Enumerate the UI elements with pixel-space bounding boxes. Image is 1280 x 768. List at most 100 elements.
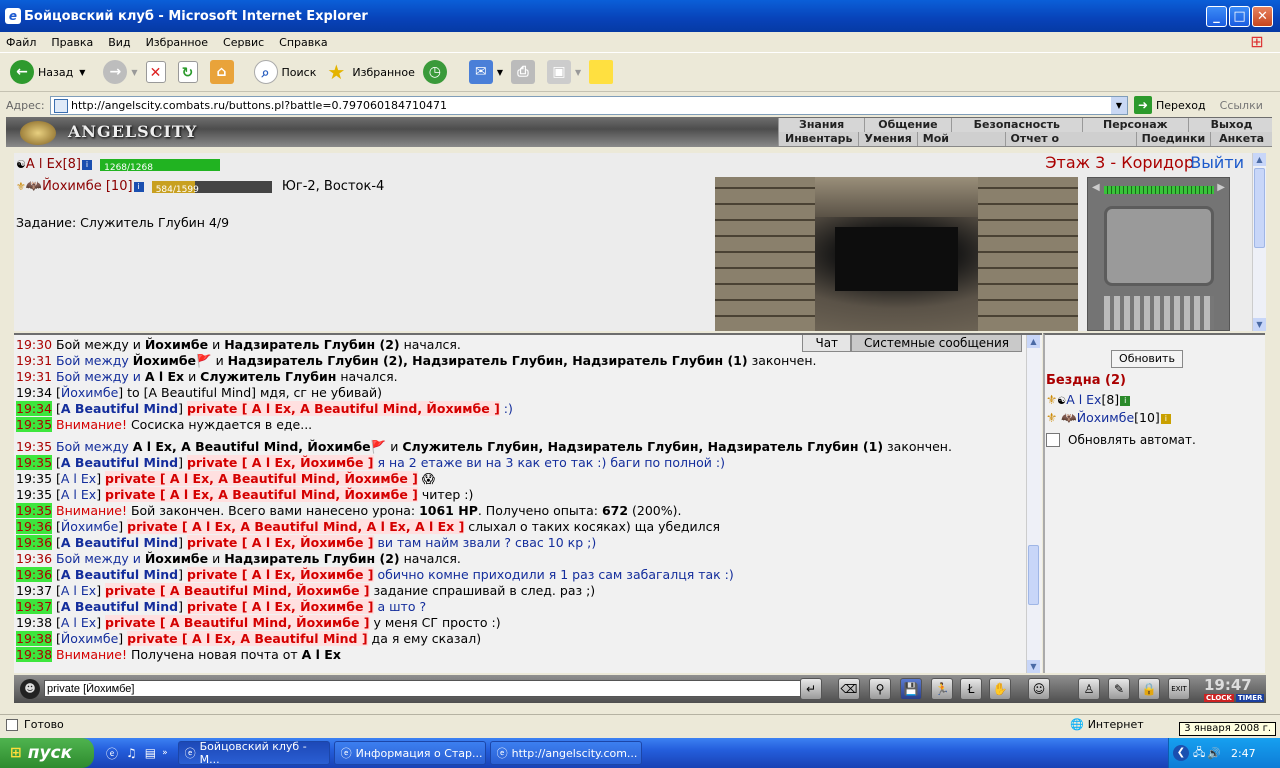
chat-timestamp[interactable]: 19:34	[16, 401, 53, 416]
go-button[interactable]: ➜ Переход	[1134, 96, 1206, 114]
smile-icon[interactable]: ☺	[1028, 678, 1050, 700]
private-recipients[interactable]: private [ A l Ex, Йохимбе ]	[186, 455, 374, 470]
private-recipients[interactable]: private [ A l Ex, A Beautiful Mind, A l …	[127, 519, 465, 534]
chat-timestamp[interactable]: 19:37	[16, 599, 53, 614]
quicklaunch-desktop-icon[interactable]: ▤	[145, 746, 156, 760]
menu-view[interactable]: Вид	[108, 36, 130, 49]
minimize-button[interactable]: _	[1206, 6, 1227, 27]
nav-skills[interactable]: Умения	[858, 132, 917, 146]
quicklaunch-media-icon[interactable]: ♫	[126, 746, 137, 760]
hand-icon[interactable]: ✋	[989, 678, 1011, 700]
private-recipients[interactable]: private [ A l Ex, Йохимбе ]	[186, 599, 374, 614]
room-member-name[interactable]: A l Ex	[1066, 392, 1101, 407]
chat-timestamp[interactable]: 19:38	[16, 647, 53, 662]
chat-timestamp[interactable]: 19:30	[16, 337, 52, 352]
scroll-down-icon[interactable]: ▼	[1253, 318, 1266, 331]
chat-timestamp[interactable]: 19:35	[16, 455, 53, 470]
chat-scrollbar[interactable]: ▲ ▼	[1026, 335, 1040, 673]
chat-timestamp[interactable]: 19:36	[16, 551, 52, 566]
exit-icon[interactable]: EXIT	[1168, 678, 1190, 700]
edit-dropdown-icon[interactable]: ▼	[575, 68, 581, 77]
clear-icon[interactable]: ⌫	[838, 678, 860, 700]
private-recipients[interactable]: private [ A l Ex, A Beautiful Mind, Йохи…	[186, 401, 500, 416]
quicklaunch-more-icon[interactable]: »	[162, 748, 168, 758]
refresh-room-button[interactable]: Обновить	[1111, 350, 1183, 368]
smiley-menu-icon[interactable]: ☻	[20, 679, 40, 699]
scroll-icon[interactable]: ✎	[1108, 678, 1130, 700]
task-angelscity[interactable]: ⓔ http://angelscity.com...	[489, 741, 642, 765]
private-recipients[interactable]: private [ A Beautiful Mind, Йохимбе ]	[105, 583, 370, 598]
member-info-icon[interactable]: i	[1120, 395, 1131, 406]
fight-icon[interactable]: 🏃	[931, 678, 953, 700]
forward-button[interactable]: → ▼	[103, 60, 138, 84]
private-recipients[interactable]: private [ A l Ex, Йохимбе ]	[186, 567, 374, 582]
nav-communication[interactable]: Общение	[864, 118, 951, 132]
print-button[interactable]: ⎙	[511, 60, 539, 84]
notes-button[interactable]	[589, 60, 617, 84]
tray-volume-icon[interactable]: 🔊	[1207, 747, 1221, 760]
lock-icon[interactable]: 🔒	[1138, 678, 1160, 700]
chat-timestamp[interactable]: 19:34	[16, 385, 52, 400]
nav-fights[interactable]: Поединки	[1135, 132, 1211, 146]
stop-button[interactable]: ✕	[145, 61, 170, 83]
menu-file[interactable]: Файл	[6, 36, 36, 49]
companion-name[interactable]: Йохимбе	[42, 179, 102, 194]
chat-nick[interactable]: A Beautiful Mind	[61, 455, 178, 470]
private-recipients[interactable]: private [ A l Ex, Йохимбе ]	[186, 535, 374, 550]
companion-info-icon[interactable]: i	[133, 181, 144, 192]
mail-dropdown-icon[interactable]: ▼	[497, 68, 503, 77]
scroll-thumb[interactable]	[1254, 168, 1265, 248]
chat-timestamp[interactable]: 19:35	[16, 471, 52, 486]
menu-favorites[interactable]: Избранное	[146, 36, 208, 49]
back-button[interactable]: ← Назад ▼	[10, 60, 85, 84]
member-info-icon[interactable]: i	[1160, 413, 1171, 424]
clock-label[interactable]: CLOCK	[1204, 694, 1234, 702]
tray-network-icon[interactable]: 🖧	[1193, 744, 1205, 763]
chat-timestamp[interactable]: 19:37	[16, 583, 52, 598]
room-member-name[interactable]: Йохимбе	[1077, 410, 1134, 425]
chat-timestamp[interactable]: 19:38	[16, 631, 53, 646]
nav-security[interactable]: Безопасность	[950, 118, 1082, 132]
close-button[interactable]: ✕	[1252, 6, 1273, 27]
player-name[interactable]: A l Ex	[26, 157, 63, 172]
chat-input[interactable]	[44, 680, 812, 697]
home-button[interactable]: ⌂	[209, 60, 238, 84]
edit-button[interactable]: ▣ ▼	[547, 60, 581, 84]
translit-icon[interactable]: Ł	[960, 678, 982, 700]
nav-inventory[interactable]: Инвентарь	[778, 132, 859, 146]
nav-exit[interactable]: Выход	[1187, 118, 1272, 132]
menu-help[interactable]: Справка	[279, 36, 327, 49]
compass-icon[interactable]	[1104, 206, 1214, 286]
tray-clock[interactable]: 2:47	[1231, 747, 1256, 760]
turn-left-icon[interactable]: ◀	[1092, 182, 1100, 193]
exit-link[interactable]: Выйти	[1190, 153, 1244, 172]
chat-scroll-down-icon[interactable]: ▼	[1027, 660, 1040, 673]
private-recipients[interactable]: private [ A l Ex, A Beautiful Mind ]	[127, 631, 368, 646]
task-info[interactable]: ⓔ Информация о Стар...	[333, 741, 486, 765]
top-scrollbar[interactable]: ▲ ▼	[1252, 153, 1266, 331]
chat-timestamp[interactable]: 19:35	[16, 417, 53, 432]
links-button[interactable]: Ссылки	[1220, 99, 1263, 112]
chat-timestamp[interactable]: 19:31	[16, 353, 52, 368]
nav-profile[interactable]: Анкета	[1210, 132, 1272, 146]
auto-refresh-checkbox[interactable]	[1046, 433, 1060, 447]
filter-icon[interactable]: ⚲	[869, 678, 891, 700]
nav-transfer-report[interactable]: Отчет о переводах	[1004, 132, 1136, 147]
corridor-view[interactable]	[715, 177, 1078, 331]
task-fight-club[interactable]: ⓔ Бойцовский клуб - М...	[177, 740, 330, 766]
maximize-button[interactable]: □	[1229, 6, 1250, 27]
favorites-button[interactable]: ★ Избранное	[324, 60, 414, 84]
menu-tools[interactable]: Сервис	[223, 36, 264, 49]
chat-nick[interactable]: A Beautiful Mind	[61, 599, 178, 614]
window-titlebar[interactable]: e Бойцовский клуб - Microsoft Internet E…	[0, 0, 1280, 32]
chat-nick[interactable]: A Beautiful Mind	[61, 401, 178, 416]
private-recipients[interactable]: private [ A l Ex, A Beautiful Mind, Йохи…	[105, 471, 418, 486]
figure-icon[interactable]: ♙	[1078, 678, 1100, 700]
private-recipients[interactable]: private [ A Beautiful Mind, Йохимбе ]	[105, 615, 370, 630]
scroll-up-icon[interactable]: ▲	[1253, 153, 1266, 166]
chat-timestamp[interactable]: 19:35	[16, 503, 53, 518]
chat-nick[interactable]: A Beautiful Mind	[61, 567, 178, 582]
chat-scroll-thumb[interactable]	[1028, 545, 1039, 605]
back-dropdown-icon[interactable]: ▼	[79, 68, 85, 77]
save-icon[interactable]: 💾	[900, 678, 922, 700]
